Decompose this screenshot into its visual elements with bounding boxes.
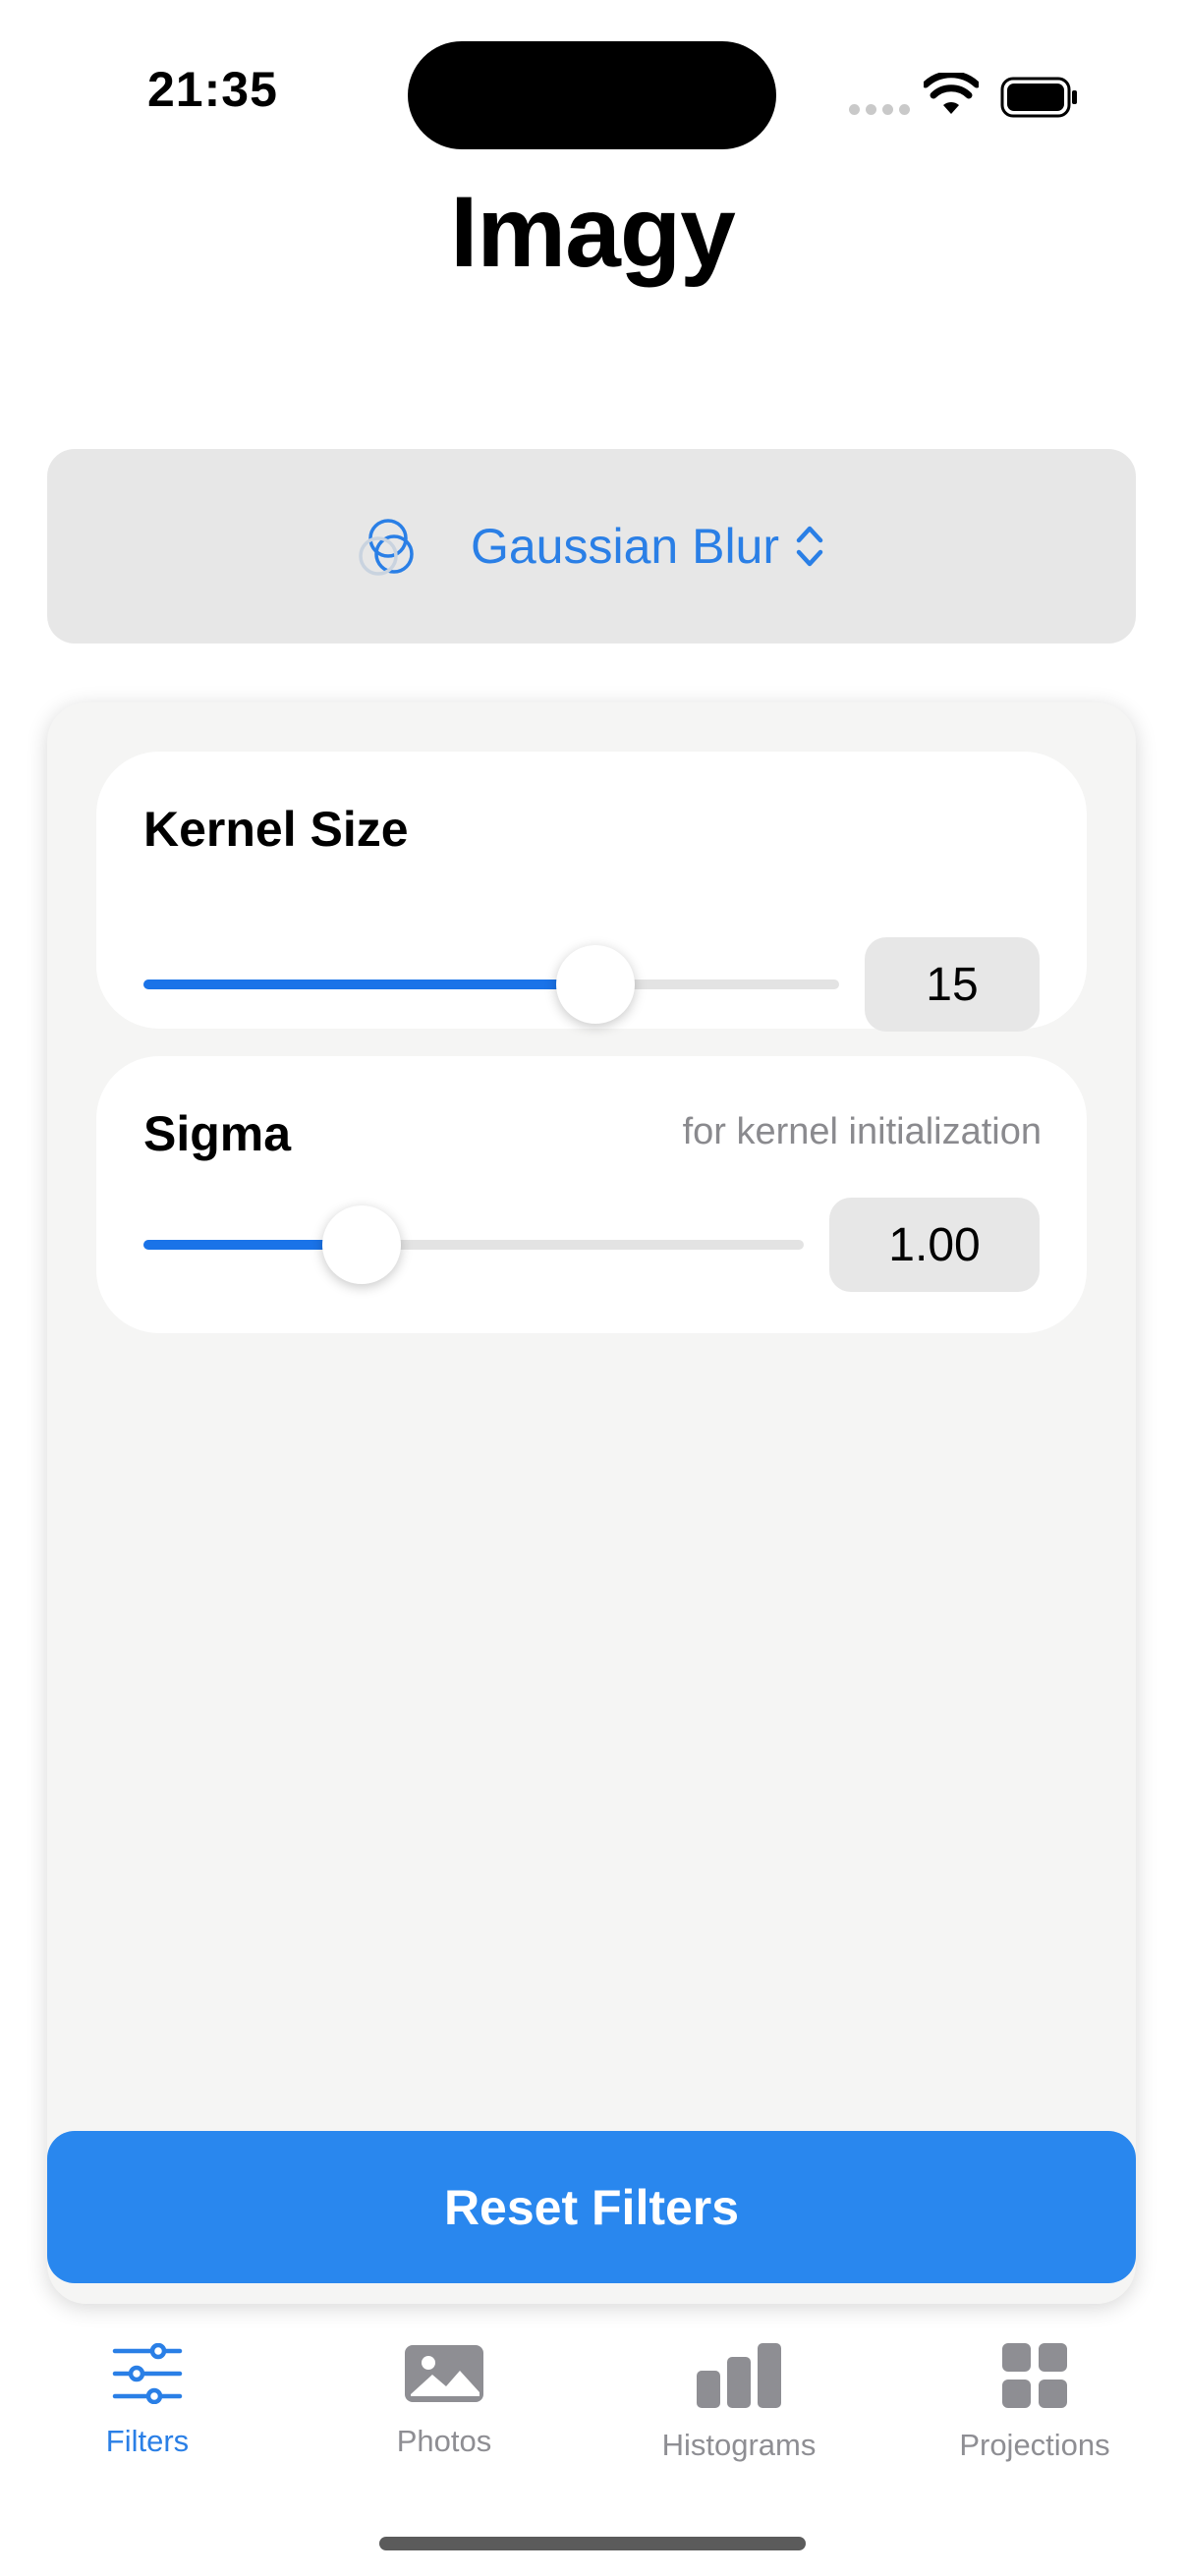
status-time: 21:35 [147,62,278,117]
cellular-signal-icon [849,104,910,115]
sliders-icon [112,2343,183,2404]
kernel-size-label: Kernel Size [143,802,409,857]
sigma-slider-thumb[interactable] [321,1205,401,1284]
battery-icon [1000,77,1077,118]
reset-filters-button[interactable]: Reset Filters [47,2131,1136,2283]
tab-label-projections: Projections [959,2428,1110,2462]
tab-projections[interactable]: Projections [887,2343,1182,2463]
chevron-up-down-icon [796,526,823,567]
kernel-size-slider-fill [143,980,596,989]
tab-label-filters: Filters [105,2424,190,2458]
photo-icon [405,2345,483,2402]
filter-picker[interactable]: Gaussian Blur [47,449,1136,644]
tab-histograms[interactable]: Histograms [592,2343,886,2463]
sigma-slider[interactable] [143,1240,804,1250]
kernel-size-slider[interactable] [143,980,839,989]
kernel-size-slider-thumb[interactable] [556,945,636,1024]
wifi-icon [924,73,979,114]
tab-filters[interactable]: Filters [0,2343,295,2459]
sigma-subtitle: for kernel initialization [682,1111,1042,1152]
kernel-size-card: Kernel Size 15 [96,752,1087,1032]
filter-parameters-panel: Kernel Size 15 Sigma for kernel initiali… [47,702,1136,2304]
sigma-label: Sigma [143,1106,292,1161]
tab-photos[interactable]: Photos [297,2343,592,2459]
tab-label-photos: Photos [396,2424,492,2458]
tab-label-histograms: Histograms [661,2428,817,2462]
grid-icon [1002,2343,1067,2408]
sigma-card: Sigma for kernel initialization 1.00 [96,1056,1087,1333]
bar-chart-icon [697,2343,781,2408]
home-indicator [379,2537,806,2550]
page-title: Imagy [450,176,736,288]
sigma-value[interactable]: 1.00 [829,1198,1040,1292]
filter-picker-label: Gaussian Blur [470,519,780,574]
kernel-size-value[interactable]: 15 [865,937,1040,1032]
blur-circles-icon [359,519,414,576]
dynamic-island [408,41,776,149]
